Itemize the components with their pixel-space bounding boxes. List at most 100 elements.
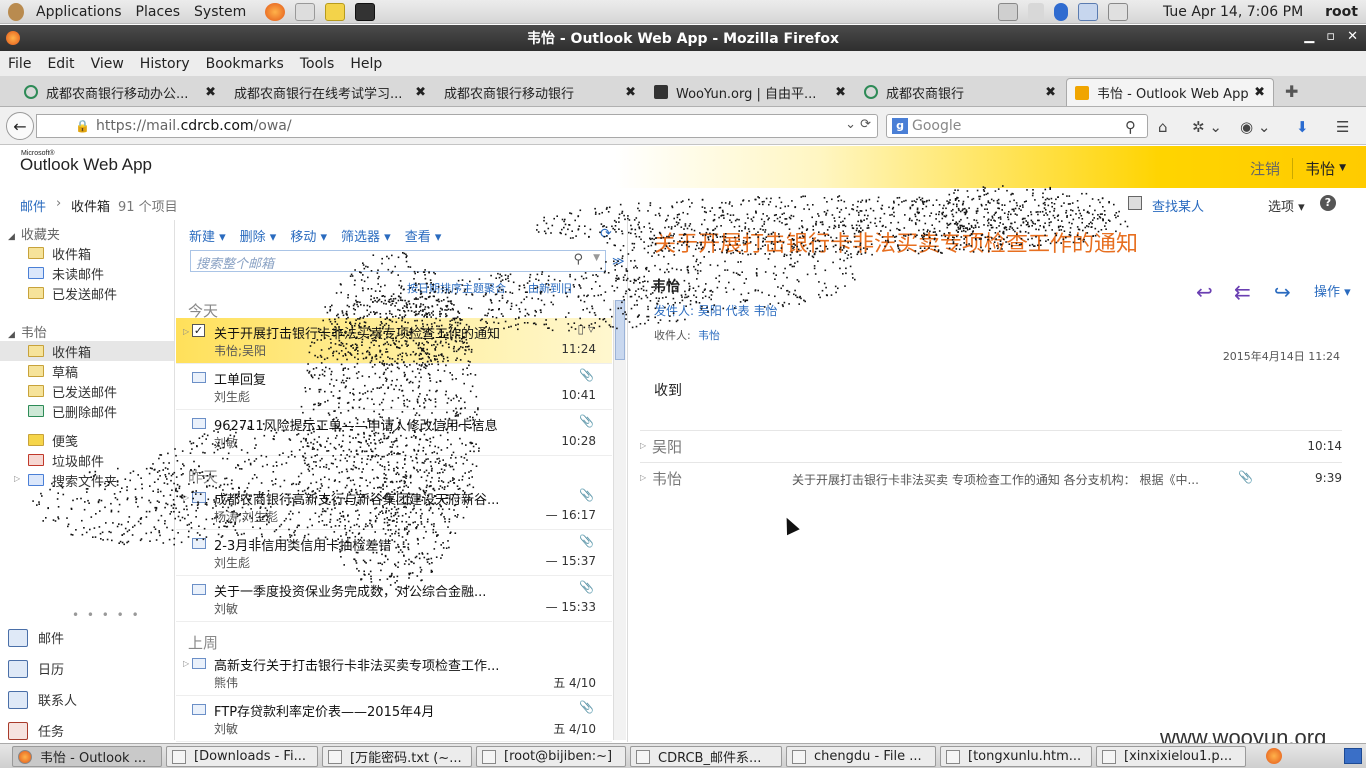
breadcrumb-mail[interactable]: 邮件	[20, 196, 46, 215]
tab-outlook-web-app[interactable]: 韦怡 - Outlook Web App ✖	[1066, 78, 1274, 106]
maximize-icon[interactable]: ▫	[1326, 29, 1335, 44]
sort-by-menu[interactable]: 按日期排序主题聚合	[407, 280, 506, 296]
tab-close-icon[interactable]: ✖	[835, 85, 846, 100]
task-chengdu-files[interactable]: chengdu - File ...	[786, 746, 936, 767]
task-firefox[interactable]: 韦怡 - Outlook ...	[12, 746, 162, 767]
forward-icon[interactable]: ↪	[1274, 280, 1291, 304]
notes-launcher-icon[interactable]	[325, 2, 346, 21]
reply-all-icon[interactable]: ⇇	[1234, 280, 1251, 304]
tab-cdrcb[interactable]: 成都农商银行 ✖	[856, 78, 1064, 106]
firefox-window-icon[interactable]	[6, 31, 20, 45]
find-people-link[interactable]: 查找某人	[1152, 196, 1204, 215]
expand-reading-icon[interactable]: ≫	[612, 254, 625, 268]
battery-icon[interactable]	[1107, 3, 1128, 21]
tab-mobile-banking[interactable]: 成都农商银行移动银行 ✖	[436, 78, 644, 106]
menu-view[interactable]: View	[83, 56, 132, 72]
menu-file[interactable]: File	[0, 56, 39, 72]
panel-clock[interactable]: Tue Apr 14, 7:06 PM	[1163, 4, 1303, 20]
close-window-icon[interactable]: ✕	[1347, 29, 1358, 44]
expand-triangle-icon[interactable]: ▷	[640, 441, 646, 450]
list-item[interactable]: ▷ ✓ 关于开展打击银行卡非法买卖专项检查工作的通知 韦怡;吴阳 ▯ ▿ 11:…	[176, 318, 612, 364]
module-mail[interactable]: 邮件	[8, 628, 64, 647]
mail-launcher-icon[interactable]	[295, 2, 316, 21]
task-xinxixielou[interactable]: [xinxixielou1.p...	[1096, 746, 1246, 767]
folder-notes[interactable]: 便笺	[0, 430, 174, 450]
terminal-launcher-icon[interactable]	[355, 2, 376, 21]
help-icon[interactable]: ?	[1320, 195, 1336, 211]
to-recipient[interactable]: 韦怡	[698, 327, 720, 343]
conversation-item[interactable]: ▷ 吴阳 10:14	[640, 430, 1342, 462]
list-item[interactable]: ▷ 成都农商银行高新支行与新谷集团建设天府新谷... 杨涛;刘生彪 📎 — 16…	[176, 484, 612, 530]
task-tongxunlu[interactable]: [tongxunlu.htm...	[940, 746, 1092, 767]
menu-edit[interactable]: Edit	[39, 56, 82, 72]
user-chevron-icon[interactable]: ▼	[1339, 163, 1346, 179]
reply-icon[interactable]: ↩	[1196, 280, 1213, 304]
display-icon[interactable]	[1077, 3, 1098, 21]
expand-triangle-icon[interactable]: ▷	[640, 473, 646, 482]
list-scrollbar[interactable]	[613, 300, 626, 740]
url-bar[interactable]: 🔒 https://mail. cdrcb.com/owa/ ⌄ ⟳	[36, 114, 878, 138]
tab-close-icon[interactable]: ✖	[205, 85, 216, 100]
list-item[interactable]: FTP存贷款利率定价表——2015年4月 刘敏 📎 五 4/10	[176, 696, 612, 742]
delete-button[interactable]: 删除 ▾	[240, 226, 277, 245]
signout-link[interactable]: 注销	[1250, 158, 1294, 179]
firefox-launcher-icon[interactable]	[265, 2, 286, 21]
tab-mobile-office[interactable]: 成都农商银行移动办公... ✖	[16, 78, 224, 106]
gnome-foot-icon[interactable]	[8, 2, 24, 21]
move-button[interactable]: 移动 ▾	[290, 226, 327, 245]
select-checkbox[interactable]: ✓	[192, 324, 205, 337]
task-cdrcb-mail[interactable]: CDRCB_邮件系...	[630, 746, 782, 767]
tab-close-icon[interactable]: ✖	[1045, 85, 1056, 100]
menu-tools[interactable]: Tools	[292, 56, 343, 72]
applications-menu[interactable]: Applications	[29, 4, 129, 20]
downloads-icon[interactable]: ⬇	[1296, 118, 1309, 136]
refresh-icon[interactable]: ⟳	[600, 226, 612, 242]
mailbox-group[interactable]: ◢ 韦怡	[8, 322, 47, 341]
module-tasks[interactable]: 任务	[8, 721, 64, 740]
collapse-triangle-icon[interactable]: ◢	[8, 232, 15, 242]
conversation-expand-icon[interactable]: ▷	[183, 493, 189, 502]
list-item[interactable]: 962711风险提示工单——申请人修改信用卡信息 刘敏 📎 10:28	[176, 410, 612, 456]
conversation-item[interactable]: ▷ 韦怡 关于开展打击银行卡非法买卖 专项检查工作的通知 各分支机构： 根据《中…	[640, 462, 1342, 494]
collapse-triangle-icon[interactable]: ◢	[8, 330, 15, 340]
message-sender[interactable]: 韦怡	[652, 276, 680, 296]
folder-sent[interactable]: 已发送邮件	[0, 381, 174, 401]
minimize-icon[interactable]: ▁	[1304, 29, 1314, 44]
folder-deleted[interactable]: 已删除邮件	[0, 401, 174, 421]
pane-splitter-dots[interactable]: • • • • •	[72, 608, 141, 622]
back-button[interactable]: ←	[6, 112, 34, 140]
hamburger-menu-icon[interactable]: ☰	[1336, 118, 1349, 136]
message-from-line[interactable]: 发件人: 吴阳 代表 韦怡	[654, 302, 778, 319]
fav-inbox[interactable]: 收件箱	[0, 243, 174, 263]
menu-history[interactable]: History	[132, 56, 198, 72]
bluetooth-icon[interactable]	[1053, 3, 1068, 21]
expand-triangle-icon[interactable]: ▷	[14, 474, 20, 483]
list-item[interactable]: 2-3月非信用类信用卡抽检差错 刘生彪 📎 — 15:37	[176, 530, 612, 576]
url-reload-icon[interactable]: ⌄ ⟳	[845, 117, 871, 132]
places-menu[interactable]: Places	[129, 4, 188, 20]
user-name-menu[interactable]: 韦怡	[1305, 158, 1335, 179]
volume-icon[interactable]	[1027, 3, 1044, 21]
new-button[interactable]: 新建 ▾	[189, 226, 226, 245]
menu-help[interactable]: Help	[342, 56, 390, 72]
taskbar-firefox-icon[interactable]	[1266, 748, 1282, 764]
globe-icon[interactable]: ◉ ⌄	[1240, 118, 1270, 136]
list-item[interactable]: 关于一季度投资保业务完成数，对公综合金融... 刘敏 📎 — 15:33	[176, 576, 612, 622]
new-tab-icon[interactable]: ✚	[1285, 82, 1298, 101]
tab-online-exam[interactable]: 成都农商银行在线考试学习... ✖	[226, 78, 434, 106]
home-icon[interactable]: ⌂	[1158, 118, 1168, 136]
sort-order-menu[interactable]: 由新到旧	[528, 280, 572, 296]
fav-sent[interactable]: 已发送邮件	[0, 283, 174, 303]
folder-search[interactable]: 搜索文件夹	[0, 470, 174, 490]
folder-drafts[interactable]: 草稿	[0, 361, 174, 381]
flag-icon[interactable]: ▯ ▿	[578, 322, 594, 336]
menu-bookmarks[interactable]: Bookmarks	[198, 56, 292, 72]
tab-close-icon[interactable]: ✖	[1254, 85, 1265, 100]
address-book-icon[interactable]	[1128, 196, 1142, 210]
list-item[interactable]: ▷ 高新支行关于打击银行卡非法买卖专项检查工作... 熊伟 五 4/10	[176, 650, 612, 696]
search-engine-icon[interactable]: g	[892, 118, 908, 134]
favorites-group[interactable]: ◢ 收藏夹	[8, 224, 60, 243]
panel-user[interactable]: root	[1325, 4, 1358, 20]
conversation-expand-icon[interactable]: ▷	[183, 659, 189, 668]
module-contacts[interactable]: 联系人	[8, 690, 77, 709]
